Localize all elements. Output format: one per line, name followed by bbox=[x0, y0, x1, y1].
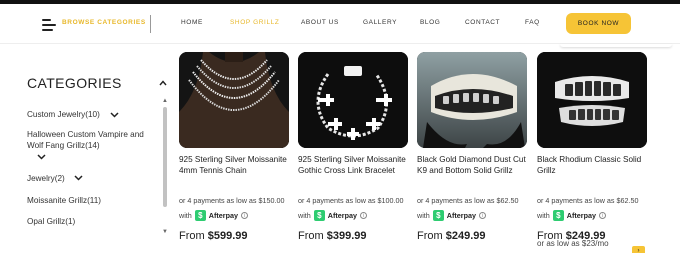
product-price: From $599.99 bbox=[179, 230, 289, 242]
afterpay-logo-icon: $ bbox=[313, 209, 325, 221]
chevron-down-icon[interactable] bbox=[37, 154, 46, 160]
product-price: From $249.99 bbox=[417, 230, 527, 242]
afterpay-prefix: with bbox=[179, 210, 192, 220]
price-value: $399.99 bbox=[326, 230, 367, 242]
scroll-down-arrow-icon[interactable]: ▼ bbox=[162, 229, 168, 235]
price-value: $249.99 bbox=[445, 230, 486, 242]
category-label: Jewelry bbox=[27, 174, 55, 183]
afterpay-logo-icon: $ bbox=[432, 209, 444, 221]
product-title[interactable]: 925 Sterling Silver Moissanite 4mm Tenni… bbox=[179, 154, 289, 188]
product-card[interactable]: 925 Sterling Silver Moissanite 4mm Tenni… bbox=[179, 52, 289, 242]
menu-icon[interactable] bbox=[42, 19, 56, 31]
chevron-down-icon[interactable] bbox=[74, 175, 83, 181]
product-title[interactable]: Black Rhodium Classic Solid Grillz bbox=[537, 154, 647, 188]
category-count: (11) bbox=[87, 196, 102, 205]
category-label: Custom Jewelry bbox=[27, 110, 86, 119]
category-halloween-grillz[interactable]: Halloween Custom Vampire and Wolf Fang G… bbox=[27, 129, 152, 151]
afterpay-label: Afterpay bbox=[208, 210, 238, 220]
categories-title: CATEGORIES bbox=[27, 75, 122, 91]
nav-blog[interactable]: BLOG bbox=[420, 19, 440, 26]
nav-faq[interactable]: FAQ bbox=[525, 19, 540, 26]
chevron-down-icon[interactable] bbox=[110, 112, 119, 118]
product-title[interactable]: Black Gold Diamond Dust Cut K9 and Botto… bbox=[417, 154, 527, 188]
book-now-button[interactable]: BOOK NOW bbox=[566, 13, 631, 34]
category-opal-grillz[interactable]: Opal Grillz(1) bbox=[27, 216, 75, 227]
dropdown-edge bbox=[560, 44, 672, 47]
price-prefix: From bbox=[179, 230, 205, 242]
info-icon[interactable]: i bbox=[240, 211, 248, 219]
afterpay-prefix: with bbox=[537, 210, 550, 220]
category-label: Moissanite Grillz bbox=[27, 196, 88, 205]
afterpay-logo-icon: $ bbox=[194, 209, 206, 221]
afterpay-row: with $ Afterpay i bbox=[298, 209, 408, 221]
installment-text: or 4 payments as low as $62.50 bbox=[417, 196, 519, 205]
afterpay-label: Afterpay bbox=[327, 210, 357, 220]
product-title[interactable]: 925 Sterling Silver Moissanite Gothic Cr… bbox=[298, 154, 408, 188]
chevron-up-icon[interactable] bbox=[159, 79, 167, 87]
browse-categories-link[interactable]: BROWSE CATEGORIES bbox=[62, 19, 146, 26]
category-custom-jewelry[interactable]: Custom Jewelry(10) bbox=[27, 109, 100, 120]
installment-text: or 4 payments as low as $150.00 bbox=[179, 196, 285, 205]
site-header: BROWSE CATEGORIES HOME SHOP GRILLZ ABOUT… bbox=[0, 4, 680, 44]
category-count: (10) bbox=[85, 110, 100, 119]
info-icon[interactable]: i bbox=[478, 211, 486, 219]
info-icon[interactable]: i bbox=[359, 211, 367, 219]
nav-shop-grillz[interactable]: SHOP GRILLZ bbox=[230, 19, 279, 26]
installment-text: or 4 payments as low as $62.50 bbox=[537, 196, 639, 205]
afterpay-row: with $ Afterpay i bbox=[179, 209, 289, 221]
price-prefix: From bbox=[298, 230, 324, 242]
product-image-cross-bracelet[interactable] bbox=[298, 52, 408, 148]
category-count: (2) bbox=[54, 174, 65, 183]
product-image-black-rhodium-grillz[interactable] bbox=[537, 52, 647, 148]
afterpay-row: with $ Afterpay i bbox=[417, 209, 527, 221]
nav-contact[interactable]: CONTACT bbox=[465, 19, 500, 26]
price-prefix: From bbox=[417, 230, 443, 242]
nav-gallery[interactable]: GALLERY bbox=[363, 19, 397, 26]
category-count: (14) bbox=[85, 141, 100, 150]
nav-about-us[interactable]: ABOUT US bbox=[301, 19, 339, 26]
category-count: (1) bbox=[65, 217, 76, 226]
afterpay-logo-icon: $ bbox=[552, 209, 564, 221]
sidebar-scrollbar-thumb[interactable] bbox=[163, 107, 167, 207]
monthly-financing-text: or as low as $23/mo bbox=[537, 239, 609, 248]
info-icon[interactable]: i bbox=[598, 211, 606, 219]
category-moissanite-grillz[interactable]: Moissanite Grillz(11) bbox=[27, 195, 101, 206]
nav-home[interactable]: HOME bbox=[181, 19, 203, 26]
price-value: $599.99 bbox=[207, 230, 248, 242]
afterpay-label: Afterpay bbox=[566, 210, 596, 220]
scroll-up-arrow-icon[interactable]: ▲ bbox=[162, 98, 168, 104]
installment-text: or 4 payments as low as $100.00 bbox=[298, 196, 404, 205]
chat-widget-icon[interactable]: › bbox=[632, 246, 645, 253]
header-divider bbox=[150, 15, 151, 33]
afterpay-label: Afterpay bbox=[446, 210, 476, 220]
product-card[interactable]: 925 Sterling Silver Moissanite Gothic Cr… bbox=[298, 52, 408, 242]
product-image-black-gold-grillz[interactable] bbox=[417, 52, 527, 148]
product-card[interactable]: Black Rhodium Classic Solid Grillz or 4 … bbox=[537, 52, 647, 242]
afterpay-prefix: with bbox=[417, 210, 430, 220]
afterpay-prefix: with bbox=[298, 210, 311, 220]
category-jewelry[interactable]: Jewelry(2) bbox=[27, 173, 65, 184]
product-image-tennis-chain[interactable] bbox=[179, 52, 289, 148]
product-price: From $399.99 bbox=[298, 230, 408, 242]
product-card[interactable]: Black Gold Diamond Dust Cut K9 and Botto… bbox=[417, 52, 527, 242]
afterpay-row: with $ Afterpay i bbox=[537, 209, 647, 221]
category-label: Opal Grillz bbox=[27, 217, 66, 226]
